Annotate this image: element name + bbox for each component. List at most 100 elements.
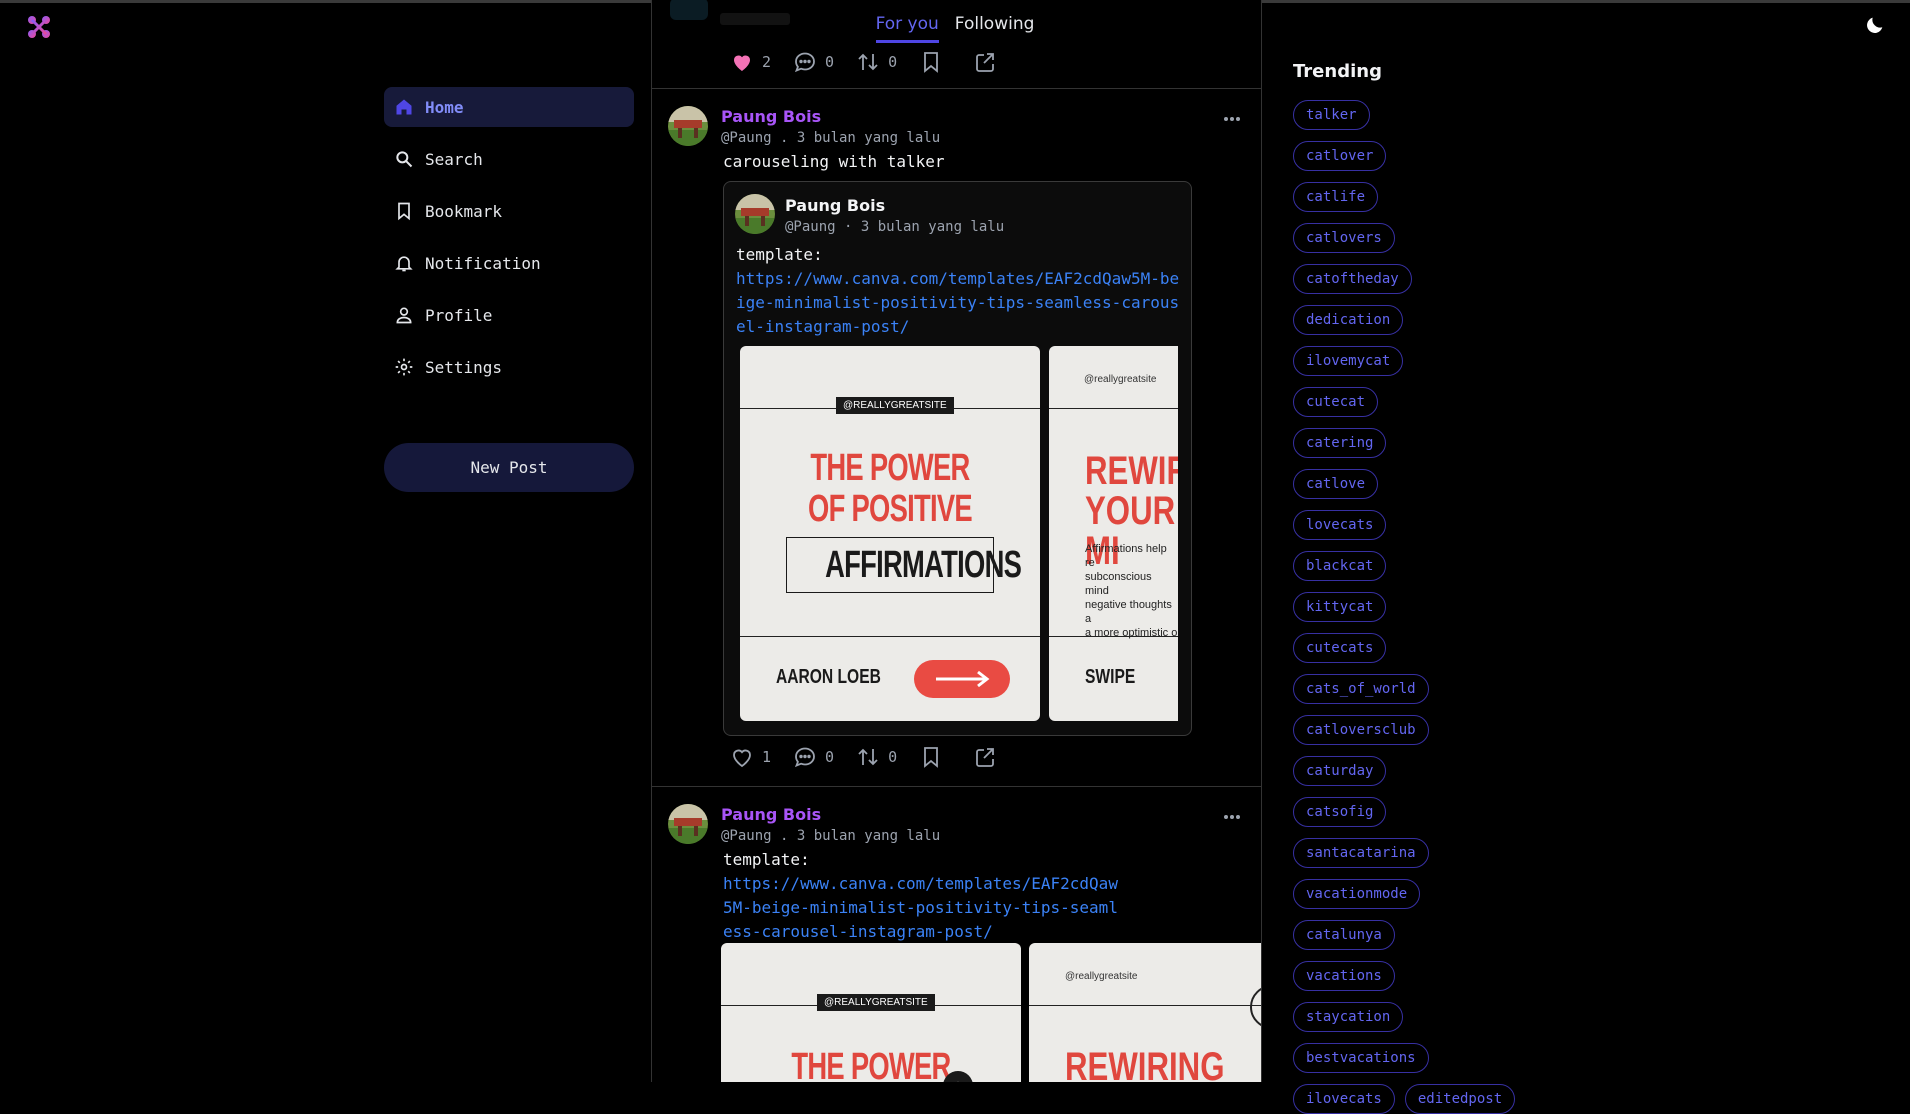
- trending-tag[interactable]: blackcat: [1293, 551, 1387, 581]
- comment-button[interactable]: 0: [793, 50, 834, 74]
- trending-tag[interactable]: catlove: [1293, 469, 1379, 499]
- carousel-slide-1[interactable]: @REALLYGREATSITE THE POWER: [721, 943, 1021, 1082]
- trending-tag[interactable]: dedication: [1293, 305, 1404, 335]
- avatar-image: [735, 194, 775, 234]
- more-options-icon[interactable]: [1223, 814, 1241, 820]
- sidebar-item-search[interactable]: Search: [384, 139, 634, 179]
- sidebar-item-label: Bookmark: [425, 201, 503, 221]
- carousel-nav-button[interactable]: [943, 1071, 973, 1082]
- trending-tag[interactable]: cutecat: [1293, 387, 1379, 417]
- avatar[interactable]: [668, 804, 708, 844]
- post: Paung Bois @Paung . 3 bulan yang lalu ca…: [652, 88, 1261, 787]
- trending-tag[interactable]: editedpost: [1404, 1084, 1516, 1114]
- trending-tag[interactable]: catering: [1293, 428, 1387, 458]
- post-text: carouseling with talker: [723, 152, 945, 171]
- repost-button[interactable]: 0: [856, 745, 897, 769]
- quoted-post[interactable]: Paung Bois @Paung · 3 bulan yang lalu te…: [723, 181, 1192, 736]
- sidebar-item-home[interactable]: Home: [384, 87, 634, 127]
- slide-arrow-pill: [914, 660, 1010, 698]
- avatar-image: [668, 106, 708, 146]
- slide-footer-name: AARON LOEB: [776, 666, 881, 688]
- trending-tag[interactable]: vacations: [1293, 961, 1395, 991]
- chevron-up-icon: [957, 1081, 959, 1082]
- share-button[interactable]: [973, 50, 1005, 74]
- carousel-slide-2[interactable]: @reallygreatsite REWIRING: [1029, 943, 1261, 1082]
- like-button[interactable]: 1: [730, 745, 771, 769]
- slide-circle: [1250, 985, 1261, 1029]
- trending-tag[interactable]: staycation: [1293, 1002, 1404, 1032]
- feed-column: 2 0 0 Paung Bois @Paung . 3 bulan yang l…: [651, 0, 1262, 1082]
- carousel-slide-1[interactable]: @REALLYGREATSITE THE POWER OF POSITIVE A…: [740, 346, 1040, 721]
- bookmark-button[interactable]: [919, 50, 951, 74]
- share-button[interactable]: [973, 745, 1005, 769]
- slide-handle: @REALLYGREATSITE: [836, 397, 954, 414]
- trending-tag[interactable]: catlover: [1293, 141, 1387, 171]
- trending-tag[interactable]: catloversclub: [1293, 715, 1429, 745]
- comment-count: 0: [825, 748, 835, 766]
- slide-title-line2: OF POSITIVE: [808, 488, 973, 530]
- post-link[interactable]: https://www.canva.com/templates/EAF2cdQa…: [723, 874, 1118, 941]
- slide2-para-line: negative thoughts a: [1085, 599, 1172, 625]
- post-actions: 2 0 0: [730, 50, 1027, 74]
- slide-title-line1: THE POWER: [810, 447, 970, 489]
- sidebar-item-profile[interactable]: Profile: [384, 295, 634, 335]
- trending-tag[interactable]: ilovecats: [1293, 1084, 1395, 1114]
- more-options-icon[interactable]: [1223, 116, 1241, 122]
- trending-tag[interactable]: lovecats: [1293, 510, 1387, 540]
- trending-tag[interactable]: kittycat: [1293, 592, 1387, 622]
- search-icon: [396, 151, 413, 168]
- sidebar-item-label: Search: [425, 149, 483, 169]
- slide2-footer: SWIPE: [1085, 666, 1136, 688]
- trending-tag[interactable]: ilovemycat: [1293, 346, 1404, 376]
- divider: [1049, 636, 1178, 637]
- divider: [740, 636, 1040, 637]
- like-button[interactable]: 2: [730, 50, 771, 74]
- repost-icon: [858, 53, 878, 71]
- trending-title: Trending: [1293, 61, 1382, 82]
- trending-tag[interactable]: santacatarina: [1293, 838, 1429, 868]
- comment-count: 0: [825, 53, 835, 71]
- trending-panel: Trending talker catlover catlife catlovers c…: [1293, 61, 1533, 1114]
- slide2-title-line1: REWIRIN: [1085, 449, 1178, 493]
- tab-for-you[interactable]: For you: [875, 14, 939, 43]
- trending-tag[interactable]: cats_of_world: [1293, 674, 1429, 704]
- trending-tag[interactable]: bestvacations: [1293, 1043, 1429, 1073]
- avatar[interactable]: [668, 106, 708, 146]
- sidebar-item-bookmark[interactable]: Bookmark: [384, 191, 634, 231]
- sidebar-item-settings[interactable]: Settings: [384, 347, 634, 387]
- post-text: template:: [723, 850, 810, 869]
- slide2-para-line: Affirmations help re: [1085, 543, 1167, 569]
- trending-tag[interactable]: catalunya: [1293, 920, 1395, 950]
- trending-tag[interactable]: caturday: [1293, 756, 1387, 786]
- quoted-text: template:: [736, 245, 823, 264]
- app-logo-icon[interactable]: [26, 14, 52, 40]
- bookmark-icon: [398, 202, 410, 221]
- heart-filled-icon: [734, 55, 750, 71]
- trending-tag[interactable]: catoftheday: [1293, 264, 1412, 294]
- carousel-slide-2[interactable]: @reallygreatsite REWIRIN YOUR MI Affirma…: [1049, 346, 1178, 721]
- repost-button[interactable]: 0: [856, 50, 897, 74]
- trending-tag[interactable]: cutecats: [1293, 633, 1387, 663]
- quoted-author: Paung Bois: [785, 196, 886, 215]
- post-meta: @Paung . 3 bulan yang lalu: [721, 828, 941, 844]
- tab-following[interactable]: Following: [955, 14, 1035, 40]
- comment-button[interactable]: 0: [793, 745, 834, 769]
- post-author[interactable]: Paung Bois: [721, 107, 821, 126]
- moon-icon[interactable]: [1864, 14, 1886, 36]
- post-author[interactable]: Paung Bois: [721, 805, 821, 824]
- repost-icon: [858, 748, 878, 766]
- trending-tag[interactable]: catsofig: [1293, 797, 1387, 827]
- bookmark-button[interactable]: [919, 745, 951, 769]
- home-icon: [396, 99, 412, 115]
- bookmark-icon: [924, 747, 938, 768]
- trending-tag[interactable]: vacationmode: [1293, 879, 1421, 909]
- trending-tag[interactable]: catlife: [1293, 182, 1379, 212]
- repost-count: 0: [888, 53, 898, 71]
- trending-tag[interactable]: talker: [1293, 100, 1370, 130]
- quoted-link[interactable]: https://www.canva.com/templates/EAF2cdQa…: [736, 269, 1179, 336]
- sidebar-item-notification[interactable]: Notification: [384, 243, 634, 283]
- trending-tag[interactable]: catlovers: [1293, 223, 1395, 253]
- gear-icon: [395, 358, 413, 376]
- new-post-button[interactable]: New Post: [384, 443, 634, 492]
- slide2-para-line: subconscious mind: [1085, 571, 1152, 597]
